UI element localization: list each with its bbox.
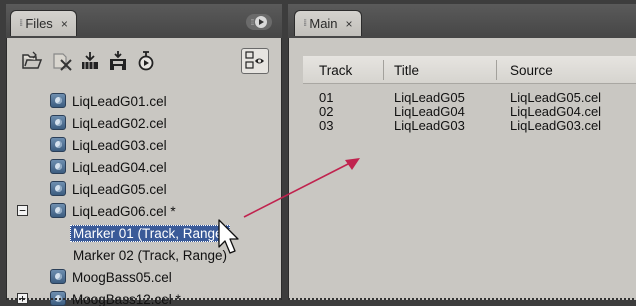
- open-folder-icon: [22, 51, 43, 69]
- audio-file-icon: [50, 115, 66, 130]
- tab-main[interactable]: ⁞⁞ Main ×: [294, 10, 362, 36]
- cell-title: LiqLeadG04: [394, 104, 465, 119]
- audio-file-icon: [50, 269, 66, 284]
- grip-icon[interactable]: ⁞⁞: [19, 18, 24, 29]
- file-item[interactable]: MoogBass05.cel: [7, 266, 281, 288]
- file-item[interactable]: LiqLeadG05.cel: [7, 178, 281, 200]
- tab-main-close-button[interactable]: ×: [346, 17, 353, 31]
- grip-icon: ⁞⁞: [250, 17, 255, 27]
- main-panel: ⁞⁞ Main × Track Title Source 01 LiqLeadG0…: [288, 4, 636, 300]
- file-item[interactable]: LiqLeadG04.cel: [7, 156, 281, 178]
- file-item[interactable]: − LiqLeadG06.cel *: [7, 200, 281, 222]
- table-row[interactable]: 01 LiqLeadG05 LiqLeadG05.cel: [303, 90, 636, 105]
- extract-audio-icon: [82, 52, 98, 69]
- marker-label: Marker 01 (Track, Range): [70, 224, 231, 242]
- show-metadata-toggle[interactable]: [241, 48, 269, 74]
- table-header: Track Title Source: [303, 56, 636, 84]
- panel-bottom-edge: [288, 298, 636, 300]
- open-file-button[interactable]: [21, 50, 43, 72]
- main-panel-header: ⁞⁞ Main ×: [288, 4, 636, 38]
- main-panel-body: Track Title Source 01 LiqLeadG05 LiqLeadG0…: [288, 38, 636, 300]
- file-item[interactable]: +MoogBass12.cel *: [7, 288, 281, 306]
- column-header-source[interactable]: Source: [510, 56, 553, 84]
- column-divider[interactable]: [383, 60, 384, 80]
- file-label: LiqLeadG01.cel: [72, 93, 167, 109]
- track-table: Track Title Source 01 LiqLeadG05 LiqLeadG0…: [303, 56, 636, 300]
- file-label: MoogBass05.cel: [72, 269, 172, 285]
- cell-track: 03: [319, 118, 334, 133]
- tab-files-close-button[interactable]: ×: [61, 17, 68, 31]
- audio-file-icon: [50, 137, 66, 152]
- panel-bottom-edge: [7, 298, 281, 300]
- application-window: ⁞⁞ Files × ⁞⁞ LiqLeadG01.cel LiqLeadG02.…: [0, 0, 636, 306]
- file-label: LiqLeadG04.cel: [72, 159, 167, 175]
- collapse-icon[interactable]: −: [17, 205, 28, 216]
- file-label: LiqLeadG05.cel: [72, 181, 167, 197]
- marker-label: Marker 02 (Track, Range): [73, 247, 228, 263]
- column-header-title[interactable]: Title: [394, 56, 419, 84]
- grip-icon[interactable]: ⁞⁞: [303, 18, 308, 29]
- cell-title: LiqLeadG03: [394, 118, 465, 133]
- files-toolbar: [17, 46, 273, 80]
- cell-source: LiqLeadG05.cel: [510, 90, 602, 105]
- marker-item[interactable]: Marker 01 (Track, Range): [7, 222, 281, 244]
- tab-files[interactable]: ⁞⁞ Files ×: [10, 10, 77, 36]
- tab-files-label: Files: [25, 16, 53, 31]
- column-header-track[interactable]: Track: [319, 56, 352, 84]
- audio-file-icon: [50, 203, 66, 218]
- file-label: LiqLeadG02.cel: [72, 115, 167, 131]
- cell-source: LiqLeadG03.cel: [510, 118, 602, 133]
- files-panel-header: ⁞⁞ Files × ⁞⁞: [6, 4, 282, 38]
- file-label: LiqLeadG03.cel: [72, 137, 167, 153]
- file-list: LiqLeadG01.cel LiqLeadG02.cel LiqLeadG03.c…: [7, 90, 281, 306]
- file-item[interactable]: LiqLeadG01.cel: [7, 90, 281, 112]
- extract-audio-button[interactable]: [79, 50, 101, 72]
- tab-main-label: Main: [309, 16, 338, 31]
- files-panel-body: LiqLeadG01.cel LiqLeadG02.cel LiqLeadG03.c…: [6, 38, 282, 306]
- auto-play-button[interactable]: [135, 50, 157, 72]
- save-file-icon: [110, 51, 126, 70]
- auto-play-icon: [138, 51, 154, 71]
- cell-title: LiqLeadG05: [394, 90, 465, 105]
- audio-file-icon: [50, 159, 66, 174]
- table-row[interactable]: 02 LiqLeadG04 LiqLeadG04.cel: [303, 104, 636, 119]
- audio-file-icon: [50, 181, 66, 196]
- file-item[interactable]: LiqLeadG02.cel: [7, 112, 281, 134]
- show-metadata-icon: [245, 51, 264, 69]
- files-panel: ⁞⁞ Files × ⁞⁞ LiqLeadG01.cel LiqLeadG02.…: [6, 4, 282, 306]
- table-row[interactable]: 03 LiqLeadG03 LiqLeadG03.cel: [303, 118, 636, 133]
- marker-item[interactable]: Marker 02 (Track, Range): [7, 244, 281, 266]
- file-item[interactable]: LiqLeadG03.cel: [7, 134, 281, 156]
- close-file-icon: [53, 53, 72, 71]
- cell-track: 01: [319, 90, 334, 105]
- close-file-button[interactable]: [51, 50, 73, 72]
- cell-source: LiqLeadG04.cel: [510, 104, 602, 119]
- cell-track: 02: [319, 104, 334, 119]
- file-label: LiqLeadG06.cel *: [72, 203, 176, 219]
- column-divider[interactable]: [496, 60, 497, 80]
- audio-file-icon: [50, 93, 66, 108]
- save-file-button[interactable]: [107, 50, 129, 72]
- panel-menu-button[interactable]: ⁞⁞: [246, 14, 272, 30]
- flyout-menu-icon: [255, 16, 268, 28]
